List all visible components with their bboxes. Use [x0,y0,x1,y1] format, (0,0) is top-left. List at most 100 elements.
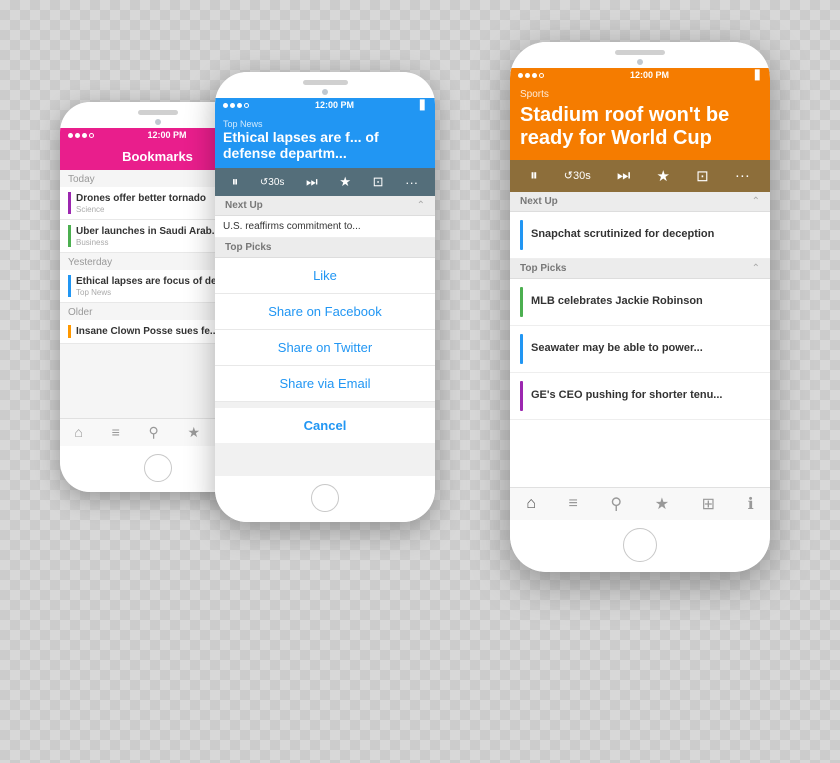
phone3-content: Sports Stadium roof won't be ready for W… [510,83,770,487]
item-cat-1: Science [76,205,206,214]
share-icon[interactable]: ⊡ [373,174,384,190]
dot2 [75,133,80,138]
share-email-button[interactable]: Share via Email [215,366,435,402]
nav-home-icon-3[interactable]: ⌂ [526,495,536,513]
sports-headline: Stadium roof won't be ready for World Cu… [520,104,760,150]
signal-dots-2 [223,103,249,108]
camera-1 [155,119,161,125]
player-headline: Ethical lapses are f... of defense depar… [223,129,427,163]
star-icon[interactable]: ★ [657,167,670,185]
status-bar-2: 12:00 PM ▋ [215,98,435,113]
sports-category-label: Sports [520,89,760,100]
nav-home-icon[interactable]: ⌂ [74,424,82,440]
dot4 [539,73,544,78]
share-twitter-button[interactable]: Share on Twitter [215,330,435,366]
skip-icon[interactable]: ⏭ [306,174,318,190]
status-time-3: 12:00 PM [630,70,669,80]
home-button-2[interactable] [311,484,339,512]
play-pause-icon[interactable]: ⏸ [530,167,538,184]
next-up-label: Next Up [225,200,263,211]
speaker-2 [303,80,348,85]
share-icon[interactable]: ⊡ [696,167,709,185]
skip-icon[interactable]: ⏭ [617,167,631,184]
more-icon[interactable]: ··· [735,167,750,184]
pick-title-2: Seawater may be able to power... [531,341,703,355]
like-button[interactable]: Like [215,258,435,294]
next-up-item[interactable]: U.S. reaffirms commitment to... [215,216,435,238]
bookmarks-title: Bookmarks [122,149,193,164]
player-controls: ⏸ ↺30s ⏭ ★ ⊡ ··· [215,168,435,196]
camera-2 [322,89,328,95]
battery-2: ▋ [420,100,427,111]
speaker-3 [615,50,665,55]
phone-share: 12:00 PM ▋ Top News Ethical lapses are f… [215,72,435,522]
pick-2[interactable]: Seawater may be able to power... [510,326,770,373]
home-button-1[interactable] [144,454,172,482]
bottom-bezel-2 [215,476,435,522]
nav-list-icon-3[interactable]: ≡ [569,495,578,513]
pick-title-1: MLB celebrates Jackie Robinson [531,294,703,308]
next-up-item-3[interactable]: Snapchat scrutinized for deception [510,212,770,259]
dot3 [532,73,537,78]
next-up-section: Next Up ⌃ [510,192,770,212]
pick-1[interactable]: MLB celebrates Jackie Robinson [510,279,770,326]
pick-title-3: GE's CEO pushing for shorter tenu... [531,388,722,402]
item-title-1: Drones offer better tornado [76,192,206,205]
item-cat-2: Business [76,238,220,247]
next-up-header: Next Up ⌃ [215,196,435,216]
phone-sports: 12:00 PM ▋ Sports Stadium roof won't be … [510,42,770,572]
dot1 [68,133,73,138]
top-news-label: Top News [223,119,427,129]
phone2-content: Top News Ethical lapses are f... of defe… [215,113,435,476]
rewind-icon[interactable]: ↺30s [564,169,591,182]
dot3 [237,103,242,108]
next-up-label-3: Next Up [520,196,558,207]
camera-3 [637,59,643,65]
player-header: Top News Ethical lapses are f... of defe… [215,113,435,169]
battery-3: ▋ [755,70,762,81]
chevron-up-icon-2: ⌃ [752,263,760,274]
rewind-icon[interactable]: ↺30s [260,177,285,188]
home-button-3[interactable] [623,528,657,562]
nav-grid-icon-3[interactable]: ⊞ [702,494,715,514]
nav-list-icon[interactable]: ≡ [112,424,120,440]
sports-bottom-nav: ⌂ ≡ ⚲ ★ ⊞ ℹ [510,487,770,520]
nav-star-icon-3[interactable]: ★ [655,494,669,514]
dot4 [89,133,94,138]
chevron-icon: ⌃ [417,200,425,211]
top-picks-header: Top Picks [215,238,435,258]
signal-dots-3 [518,73,544,78]
top-picks-section: Top Picks ⌃ [510,259,770,279]
pick-3[interactable]: GE's CEO pushing for shorter tenu... [510,373,770,420]
share-sheet: Top Picks Like Share on Facebook Share o… [215,238,435,475]
share-facebook-button[interactable]: Share on Facebook [215,294,435,330]
top-picks-label-3: Top Picks [520,263,567,274]
sports-controls: ⏸ ↺30s ⏭ ★ ⊡ ··· [510,160,770,192]
top-bezel-3 [510,42,770,68]
dot2 [525,73,530,78]
next-item-text: Snapchat scrutinized for deception [531,227,714,241]
top-bezel-2 [215,72,435,98]
top-picks-label: Top Picks [225,242,272,253]
more-icon[interactable]: ··· [405,175,418,190]
dot1 [518,73,523,78]
dot4 [244,103,249,108]
bottom-bezel-3 [510,520,770,572]
star-icon[interactable]: ★ [339,174,351,190]
status-time-1: 12:00 PM [148,130,187,140]
signal-dots-1 [68,133,94,138]
item-cat-3: Top News [76,288,225,297]
item-title-2: Uber launches in Saudi Arab... [76,225,220,238]
nav-bookmark-icon[interactable]: ★ [188,424,201,441]
dot2 [230,103,235,108]
nav-search-icon-3[interactable]: ⚲ [610,494,622,514]
sports-header: Sports Stadium roof won't be ready for W… [510,83,770,160]
play-pause-icon[interactable]: ⏸ [232,174,239,190]
dot1 [223,103,228,108]
item-title-3: Ethical lapses are focus of de... [76,275,225,288]
cancel-button[interactable]: Cancel [215,408,435,443]
nav-search-icon[interactable]: ⚲ [149,424,159,441]
dot3 [82,133,87,138]
nav-info-icon-3[interactable]: ℹ [748,494,754,514]
chevron-up-icon: ⌃ [752,196,760,207]
